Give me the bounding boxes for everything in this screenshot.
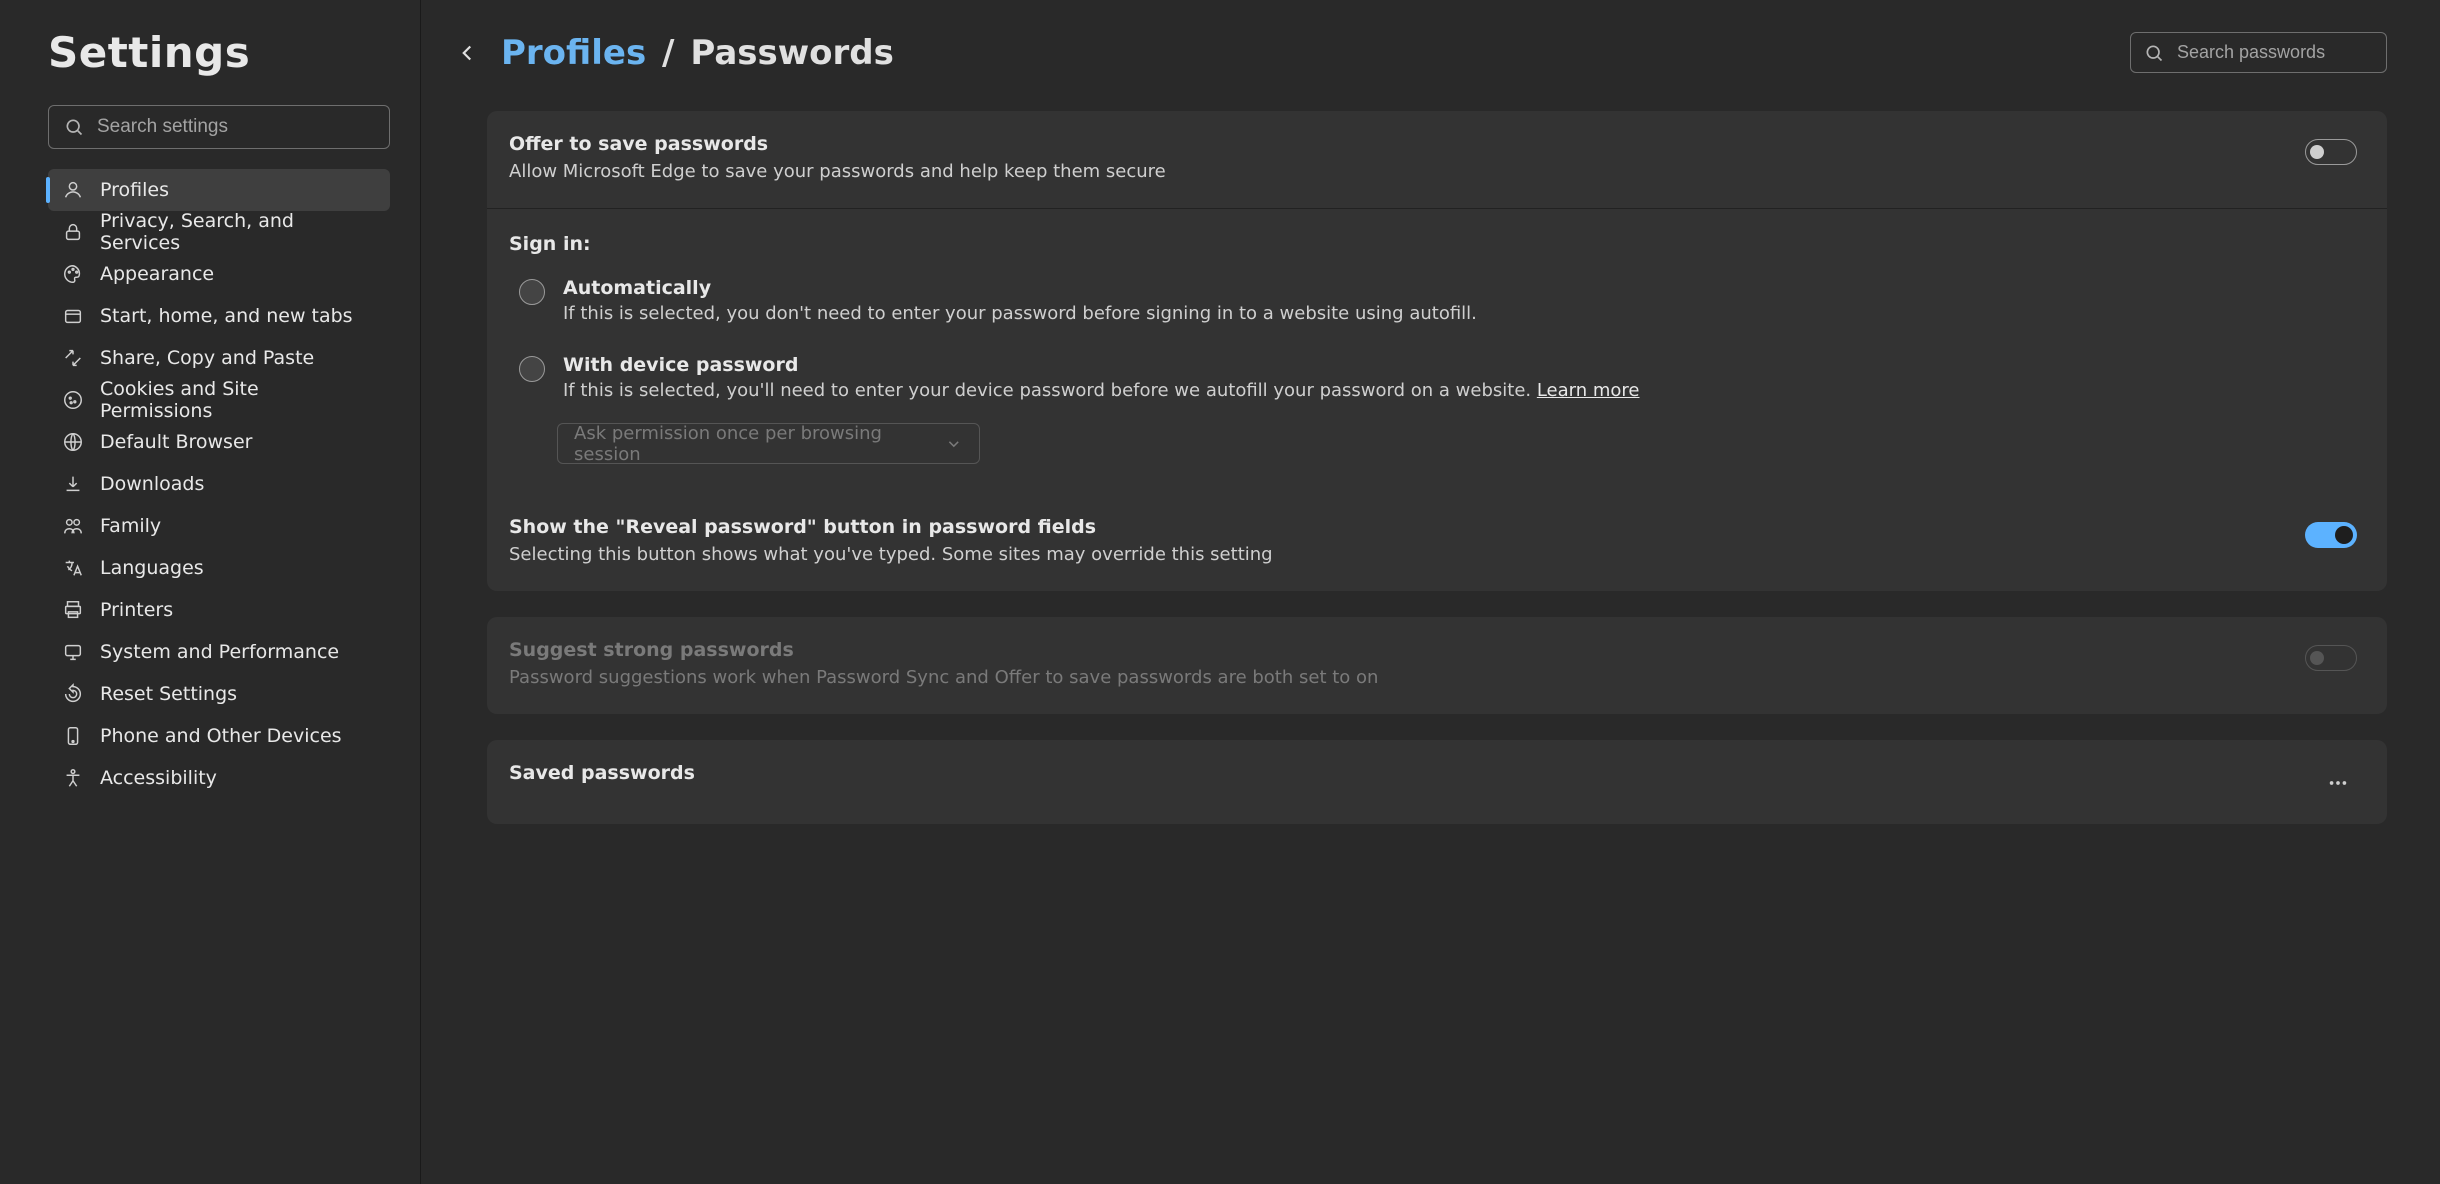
reset-icon (62, 683, 84, 705)
nav-label: System and Performance (100, 641, 339, 663)
nav-label: Privacy, Search, and Services (100, 210, 376, 254)
settings-title: Settings (48, 28, 390, 77)
lock-icon (62, 221, 84, 243)
printer-icon (62, 599, 84, 621)
nav-start[interactable]: Start, home, and new tabs (48, 295, 390, 337)
reveal-title: Show the "Reveal password" button in pas… (509, 516, 2285, 538)
nav-accessibility[interactable]: Accessibility (48, 757, 390, 799)
suggest-section: Suggest strong passwords Password sugges… (487, 617, 2387, 714)
chevron-down-icon (945, 435, 963, 453)
signin-auto-title: Automatically (563, 277, 2357, 299)
suggest-toggle (2305, 645, 2357, 671)
signin-auto-row[interactable]: Automatically If this is selected, you d… (509, 273, 2357, 336)
saved-passwords-section: Saved passwords (487, 740, 2387, 824)
nav-appearance[interactable]: Appearance (48, 253, 390, 295)
breadcrumb-profiles-link[interactable]: Profiles (501, 33, 646, 73)
signin-device-row[interactable]: With device password If this is selected… (509, 336, 2357, 413)
nav-profiles[interactable]: Profiles (48, 169, 390, 211)
saved-passwords-card: Saved passwords (487, 740, 2387, 824)
arrow-left-icon (454, 40, 480, 66)
palette-icon (62, 263, 84, 285)
main-content: Profiles / Passwords Offer to save passw… (421, 0, 2440, 1184)
radio-icon (519, 279, 545, 305)
reveal-section: Show the "Reveal password" button in pas… (487, 494, 2387, 591)
nav-languages[interactable]: Languages (48, 547, 390, 589)
nav-label: Languages (100, 557, 204, 579)
nav-default-browser[interactable]: Default Browser (48, 421, 390, 463)
device-password-frequency-select[interactable]: Ask permission once per browsing session (557, 423, 980, 464)
search-icon (2144, 43, 2164, 63)
nav-label: Start, home, and new tabs (100, 305, 353, 327)
back-button[interactable] (447, 33, 487, 73)
signin-device-desc-text: If this is selected, you'll need to ente… (563, 380, 1537, 401)
nav-label: Reset Settings (100, 683, 237, 705)
offer-save-section: Offer to save passwords Allow Microsoft … (487, 111, 2387, 208)
offer-save-title: Offer to save passwords (509, 133, 2285, 155)
nav-printers[interactable]: Printers (48, 589, 390, 631)
search-settings-input[interactable] (48, 105, 390, 149)
accessibility-icon (62, 767, 84, 789)
nav-label: Accessibility (100, 767, 217, 789)
search-icon (64, 117, 84, 137)
nav-family[interactable]: Family (48, 505, 390, 547)
nav-label: Appearance (100, 263, 214, 285)
offer-save-desc: Allow Microsoft Edge to save your passwo… (509, 161, 2285, 182)
nav-downloads[interactable]: Downloads (48, 463, 390, 505)
share-icon (62, 347, 84, 369)
settings-sidebar: Settings Profiles Privacy, Search, and S… (0, 0, 421, 1184)
nav-label: Cookies and Site Permissions (100, 378, 376, 422)
reveal-toggle[interactable] (2305, 522, 2357, 548)
cookie-icon (62, 389, 84, 411)
offer-save-toggle[interactable] (2305, 139, 2357, 165)
passwords-card: Offer to save passwords Allow Microsoft … (487, 111, 2387, 591)
tabs-icon (62, 305, 84, 327)
nav-share[interactable]: Share, Copy and Paste (48, 337, 390, 379)
nav-label: Phone and Other Devices (100, 725, 342, 747)
nav-privacy[interactable]: Privacy, Search, and Services (48, 211, 390, 253)
search-passwords-input[interactable] (2130, 32, 2387, 73)
settings-nav: Profiles Privacy, Search, and Services A… (48, 169, 390, 799)
more-horizontal-icon (2327, 772, 2349, 794)
learn-more-link[interactable]: Learn more (1537, 380, 1640, 401)
suggest-title: Suggest strong passwords (509, 639, 2285, 661)
saved-passwords-more-button[interactable] (2319, 764, 2357, 802)
breadcrumb: Profiles / Passwords (501, 33, 2122, 73)
search-settings-wrap (48, 105, 390, 149)
suggest-desc: Password suggestions work when Password … (509, 667, 2285, 688)
nav-phone[interactable]: Phone and Other Devices (48, 715, 390, 757)
nav-label: Downloads (100, 473, 204, 495)
family-icon (62, 515, 84, 537)
signin-device-title: With device password (563, 354, 2357, 376)
signin-heading: Sign in: (509, 209, 2357, 273)
saved-passwords-title: Saved passwords (509, 762, 2299, 784)
suggest-card: Suggest strong passwords Password sugges… (487, 617, 2387, 714)
language-icon (62, 557, 84, 579)
phone-icon (62, 725, 84, 747)
nav-cookies[interactable]: Cookies and Site Permissions (48, 379, 390, 421)
nav-label: Family (100, 515, 161, 537)
browser-icon (62, 431, 84, 453)
nav-label: Profiles (100, 179, 169, 201)
nav-label: Share, Copy and Paste (100, 347, 314, 369)
signin-section: Sign in: Automatically If this is select… (487, 208, 2387, 494)
nav-system[interactable]: System and Performance (48, 631, 390, 673)
breadcrumb-separator: / (662, 33, 674, 73)
nav-reset[interactable]: Reset Settings (48, 673, 390, 715)
search-passwords-wrap (2130, 32, 2387, 73)
select-value: Ask permission once per browsing session (574, 423, 945, 465)
reveal-desc: Selecting this button shows what you've … (509, 544, 2285, 565)
signin-device-desc: If this is selected, you'll need to ente… (563, 380, 2357, 401)
profile-icon (62, 179, 84, 201)
radio-icon (519, 356, 545, 382)
nav-label: Printers (100, 599, 173, 621)
nav-label: Default Browser (100, 431, 252, 453)
page-header: Profiles / Passwords (447, 32, 2387, 73)
signin-auto-desc: If this is selected, you don't need to e… (563, 303, 2357, 324)
system-icon (62, 641, 84, 663)
download-icon (62, 473, 84, 495)
breadcrumb-current: Passwords (690, 33, 894, 73)
